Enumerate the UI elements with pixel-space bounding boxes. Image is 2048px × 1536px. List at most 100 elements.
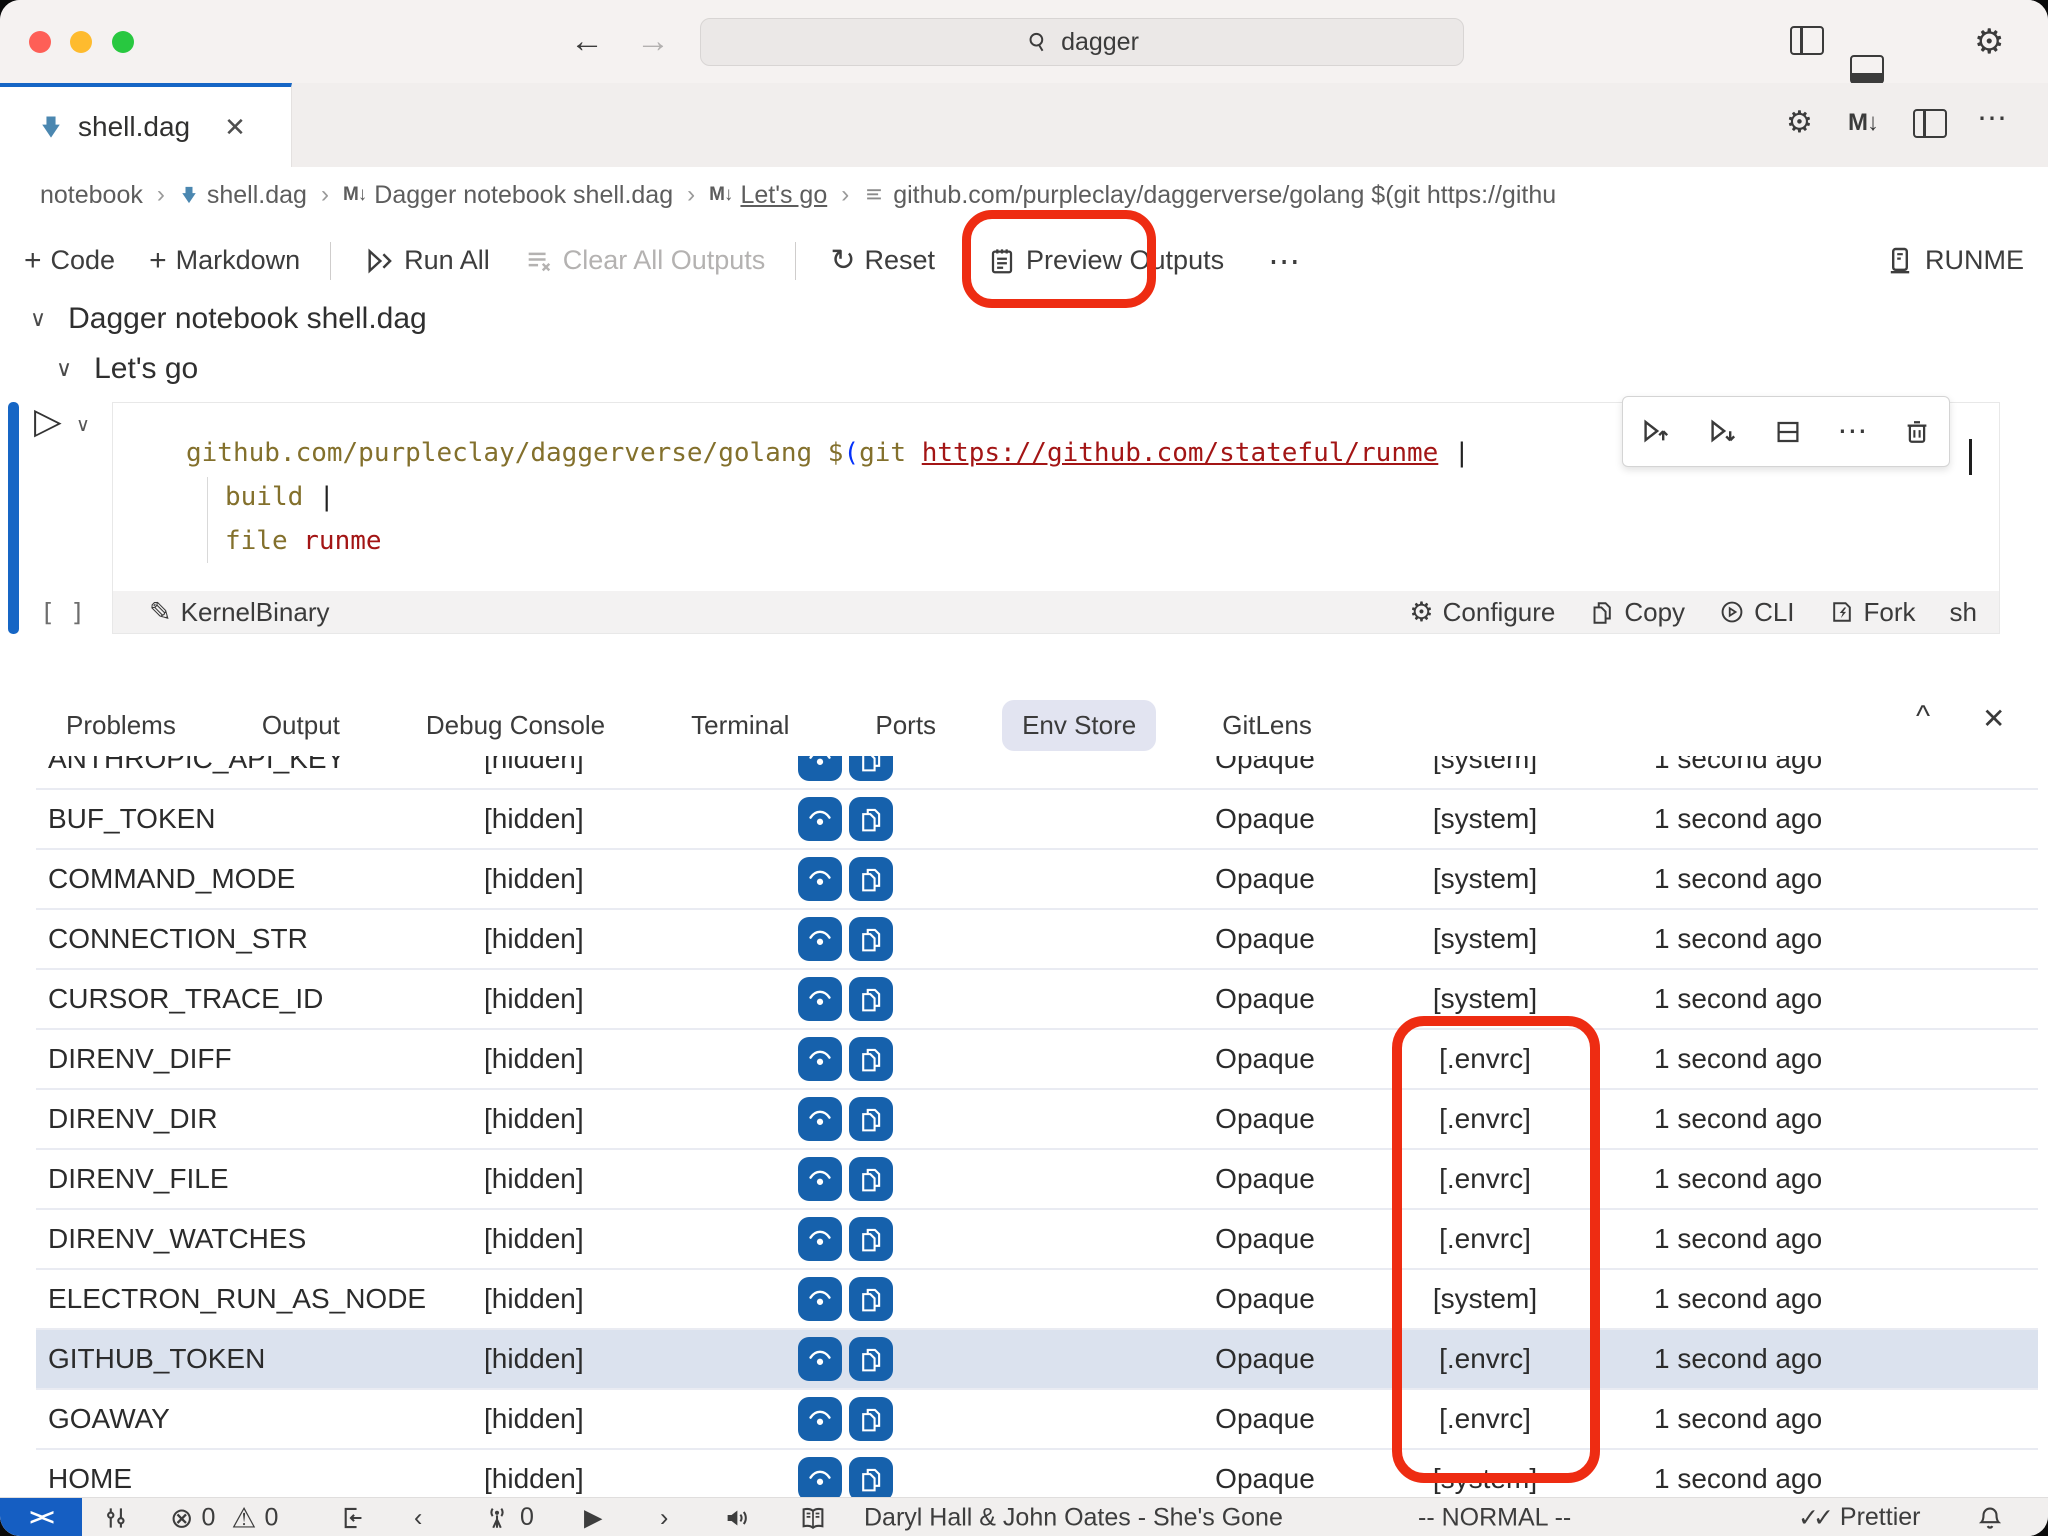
tab-close-icon[interactable]: ✕ [224, 112, 246, 143]
panel-tab-output[interactable]: Output [242, 700, 360, 751]
reveal-value-button[interactable] [798, 917, 842, 961]
markdown-export-icon[interactable]: M↓ [1848, 109, 1878, 137]
env-table-row[interactable]: COMMAND_MODE[hidden]Opaque[system]1 seco… [36, 850, 2038, 910]
notifications-bell-icon[interactable] [1976, 1504, 2004, 1532]
panel-tab-debug-console[interactable]: Debug Console [406, 700, 625, 751]
volume-icon[interactable] [722, 1503, 752, 1533]
panel-tab-problems[interactable]: Problems [46, 700, 196, 751]
copy-button[interactable]: Copy [1589, 597, 1685, 628]
split-editor-icon[interactable] [1913, 109, 1947, 138]
reveal-value-button[interactable] [798, 1097, 842, 1141]
reveal-value-button[interactable] [798, 797, 842, 841]
search-input[interactable]: dagger [700, 18, 1464, 66]
env-table-row[interactable]: CONNECTION_STR[hidden]Opaque[system]1 se… [36, 910, 2038, 970]
traffic-light-minimize[interactable] [70, 31, 92, 53]
panel-tab-ports[interactable]: Ports [855, 700, 956, 751]
book-icon[interactable] [798, 1503, 828, 1533]
breadcrumb-item[interactable]: github.com/purpleclay/daggerverse/golang… [863, 181, 1556, 210]
env-table-row[interactable]: DIRENV_DIR[hidden]Opaque[.envrc]1 second… [36, 1090, 2038, 1150]
back-icon[interactable]: ← [570, 22, 604, 61]
editor-settings-gear-icon[interactable]: ⚙ [1786, 105, 1813, 140]
formatter-indicator[interactable]: ✓✓ Prettier [1798, 1503, 1921, 1533]
copy-value-button[interactable] [849, 977, 893, 1021]
copy-value-button[interactable] [849, 797, 893, 841]
copy-value-button[interactable] [849, 917, 893, 961]
cli-button[interactable]: CLI [1719, 597, 1794, 628]
configure-button[interactable]: ⚙ Configure [1409, 597, 1555, 628]
reveal-value-button[interactable] [798, 1277, 842, 1321]
copy-value-button[interactable] [849, 1337, 893, 1381]
nav-prev-icon[interactable]: ‹ [414, 1503, 422, 1532]
run-all-button[interactable]: Run All [365, 245, 490, 276]
run-cell-dropdown-icon[interactable]: ∨ [76, 414, 90, 437]
copy-value-button[interactable] [849, 1037, 893, 1081]
breadcrumb-item[interactable]: M↓Dagger notebook shell.dag [343, 181, 673, 210]
editor-more-actions-icon[interactable]: ⋯ [1977, 101, 2007, 136]
copy-value-button[interactable] [849, 1217, 893, 1261]
ports-indicator[interactable]: 0 [482, 1503, 534, 1533]
copy-value-button[interactable] [849, 1397, 893, 1441]
toggle-primary-sidebar-icon[interactable] [1790, 26, 1824, 55]
kernel-selector[interactable]: ✎ KernelBinary [149, 597, 329, 628]
traffic-light-close[interactable] [29, 31, 51, 53]
execute-below-icon[interactable] [1707, 416, 1739, 448]
copy-value-button[interactable] [849, 1097, 893, 1141]
source-control-graph-icon[interactable] [102, 1504, 130, 1532]
breadcrumb-item[interactable]: shell.dag [179, 181, 307, 210]
env-table-row[interactable]: HOME[hidden]Opaque[system]1 second ago [36, 1450, 2038, 1497]
remote-indicator[interactable]: >< [0, 1498, 82, 1536]
breadcrumb-item[interactable]: M↓Let's go [709, 181, 827, 210]
env-table-row[interactable]: DIRENV_FILE[hidden]Opaque[.envrc]1 secon… [36, 1150, 2038, 1210]
panel-tab-env-store[interactable]: Env Store [1002, 700, 1156, 751]
reveal-value-button[interactable] [798, 857, 842, 901]
env-table-row[interactable]: ANTHROPIC_API_KEY[hidden]Opaque[system]1… [36, 756, 2038, 790]
cell-more-icon[interactable]: ⋯ [1837, 414, 1867, 449]
chevron-down-icon[interactable]: ∨ [30, 306, 46, 332]
copy-value-button[interactable] [849, 1457, 893, 1497]
add-code-button[interactable]: + Code [24, 244, 115, 278]
code-editor[interactable]: github.com/purpleclay/daggerverse/golang… [186, 431, 1470, 563]
panel-close-icon[interactable]: ✕ [1982, 702, 2005, 735]
env-table-row[interactable]: BUF_TOKEN[hidden]Opaque[system]1 second … [36, 790, 2038, 850]
preview-outputs-button[interactable]: Preview Outputs [987, 245, 1224, 277]
delete-cell-icon[interactable] [1902, 417, 1932, 447]
env-table-row[interactable]: CURSOR_TRACE_ID[hidden]Opaque[system]1 s… [36, 970, 2038, 1030]
notebook-section-header[interactable]: ∨ Let's go [56, 352, 198, 386]
env-table-row[interactable]: ELECTRON_RUN_AS_NODE[hidden]Opaque[syste… [36, 1270, 2038, 1330]
run-task-icon[interactable]: ▶ [584, 1503, 602, 1532]
panel-exit-icon[interactable] [338, 1504, 366, 1532]
panel-tab-terminal[interactable]: Terminal [671, 700, 809, 751]
split-cell-icon[interactable] [1773, 417, 1803, 447]
tab-shell-dag[interactable]: shell.dag ✕ [0, 83, 292, 167]
reveal-value-button[interactable] [798, 1337, 842, 1381]
reveal-value-button[interactable] [798, 977, 842, 1021]
settings-gear-icon[interactable]: ⚙ [1974, 22, 2004, 62]
problems-summary[interactable]: ⊗ 0 ⚠ 0 [170, 1501, 278, 1534]
panel-tab-gitlens[interactable]: GitLens [1202, 700, 1332, 751]
copy-value-button[interactable] [849, 756, 893, 781]
reveal-value-button[interactable] [798, 1217, 842, 1261]
reset-button[interactable]: ↻ Reset [830, 243, 935, 278]
clear-all-outputs-button[interactable]: Clear All Outputs [524, 245, 766, 276]
runme-button[interactable]: RUNME [1884, 244, 2024, 278]
copy-value-button[interactable] [849, 1277, 893, 1321]
add-markdown-button[interactable]: + Markdown [149, 244, 300, 278]
copy-value-button[interactable] [849, 857, 893, 901]
fork-button[interactable]: Fork [1829, 597, 1916, 628]
toggle-panel-icon[interactable] [1850, 55, 1884, 84]
now-playing[interactable]: Daryl Hall & John Oates - She's Gone [864, 1503, 1283, 1532]
env-table-row[interactable]: DIRENV_DIFF[hidden]Opaque[.envrc]1 secon… [36, 1030, 2038, 1090]
reveal-value-button[interactable] [798, 1157, 842, 1201]
forward-icon[interactable]: → [636, 22, 670, 61]
env-table-row[interactable]: GOAWAY[hidden]Opaque[.envrc]1 second ago [36, 1390, 2038, 1450]
reveal-value-button[interactable] [798, 1037, 842, 1081]
nav-next-icon[interactable]: › [660, 1503, 668, 1532]
toolbar-more-icon[interactable]: ⋯ [1268, 242, 1300, 280]
traffic-light-zoom[interactable] [112, 31, 134, 53]
cell-language-label[interactable]: sh [1950, 597, 1977, 628]
run-cell-icon[interactable]: ▷ [34, 400, 62, 442]
panel-maximize-icon[interactable]: ^ [1916, 700, 1930, 734]
reveal-value-button[interactable] [798, 1397, 842, 1441]
execute-above-icon[interactable] [1640, 416, 1672, 448]
env-table-row[interactable]: GITHUB_TOKEN[hidden]Opaque[.envrc]1 seco… [36, 1330, 2038, 1390]
